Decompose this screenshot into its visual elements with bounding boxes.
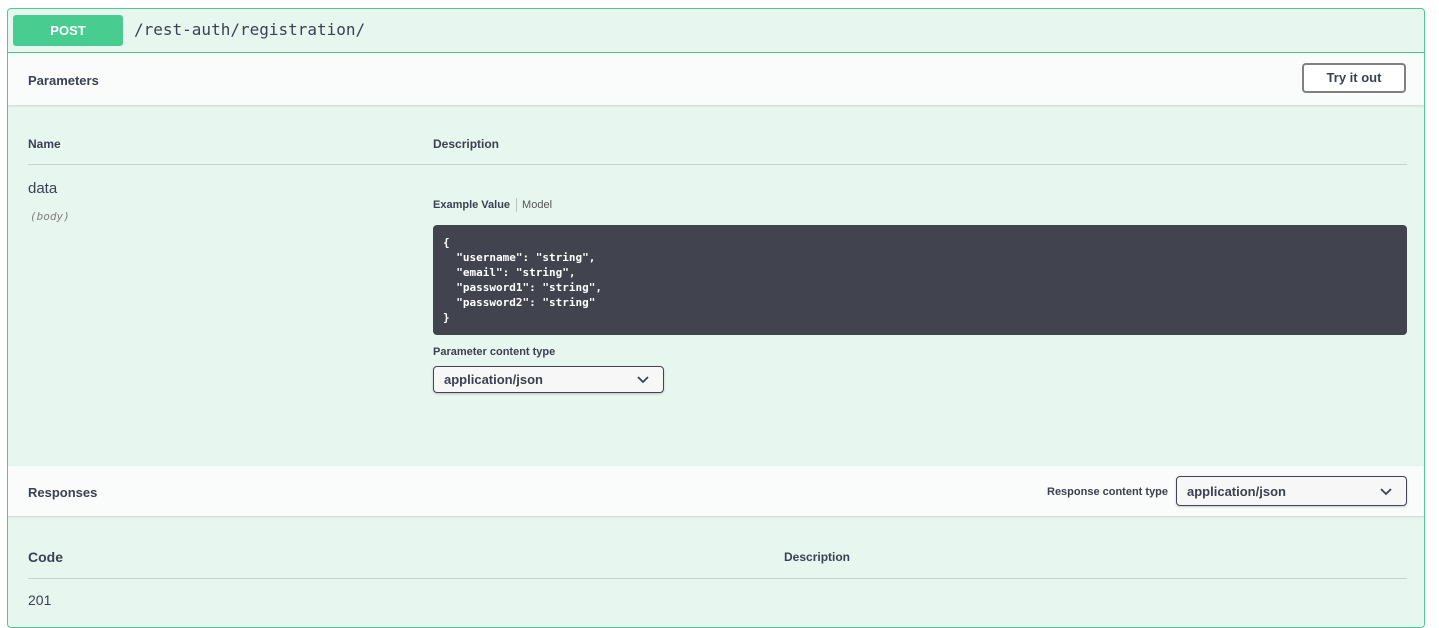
parameters-col-name: Name — [28, 137, 61, 151]
parameter-location: (body) — [30, 210, 70, 223]
parameters-col-description: Description — [433, 137, 500, 151]
tab-example-value[interactable]: Example Value — [433, 199, 510, 211]
method-badge: POST — [13, 15, 123, 46]
tab-divider — [516, 198, 518, 212]
parameters-title: Parameters — [28, 73, 99, 88]
parameters-header: Parameters Try it out — [8, 53, 1424, 105]
try-it-out-button[interactable]: Try it out — [1302, 63, 1406, 93]
response-content-type-select[interactable]: application/json — [1176, 476, 1407, 506]
operation-summary[interactable]: POST /rest-auth/registration/ — [8, 9, 1424, 53]
responses-col-code: Code — [28, 549, 63, 565]
parameters-divider — [28, 164, 1407, 165]
parameter-content-type-label: Parameter content type — [433, 346, 556, 358]
response-content-type-value: application/json — [1187, 484, 1286, 499]
chevron-down-icon — [637, 376, 649, 384]
responses-title: Responses — [28, 485, 98, 500]
operation-path: /rest-auth/registration/ — [134, 20, 366, 39]
example-model-tabs: Example Value Model — [433, 198, 552, 212]
parameter-content-type-value: application/json — [444, 372, 543, 387]
parameter-content-type-select[interactable]: application/json — [433, 366, 664, 393]
example-json: { "username": "string", "email": "string… — [443, 236, 602, 324]
example-code-block: { "username": "string", "email": "string… — [433, 225, 1407, 335]
response-content-type-label: Response content type — [1047, 486, 1169, 498]
chevron-down-icon — [1380, 488, 1392, 496]
operation-block-post: POST /rest-auth/registration/ Parameters… — [7, 8, 1425, 628]
response-code: 201 — [28, 592, 52, 608]
responses-divider — [28, 578, 1407, 579]
parameter-name: data — [28, 180, 58, 197]
tab-model[interactable]: Model — [522, 199, 552, 211]
responses-col-description: Description — [784, 550, 851, 564]
responses-header: Responses Response content type applicat… — [8, 466, 1424, 516]
